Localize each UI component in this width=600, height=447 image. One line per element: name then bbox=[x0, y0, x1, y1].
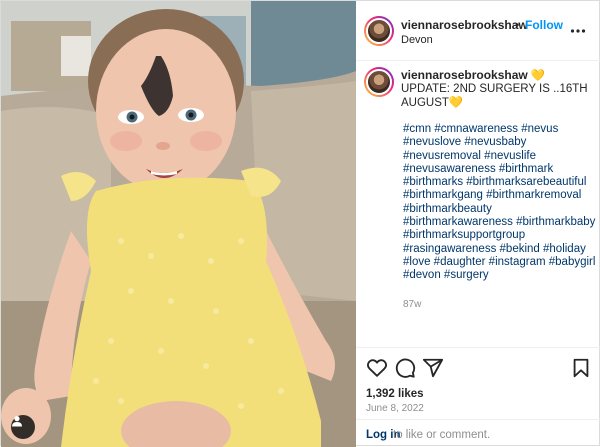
more-options-icon[interactable] bbox=[570, 23, 586, 39]
post-photo[interactable] bbox=[1, 1, 356, 447]
share-icon[interactable] bbox=[422, 357, 444, 379]
instagram-post: viennarosebrookshaw • Follow Devon vienn… bbox=[0, 0, 600, 447]
post-time-ago: 87w bbox=[403, 299, 422, 310]
header-username[interactable]: viennarosebrookshaw bbox=[401, 18, 528, 32]
caption-username[interactable]: viennarosebrookshaw bbox=[401, 68, 528, 82]
avatar[interactable] bbox=[364, 16, 394, 46]
login-bar: Log in to like or comment. bbox=[356, 419, 600, 447]
post-date: June 8, 2022 bbox=[366, 403, 424, 414]
post-header: viennarosebrookshaw • Follow Devon bbox=[356, 1, 600, 61]
likes-count[interactable]: 1,392 likes bbox=[366, 388, 424, 400]
location-link[interactable]: Devon bbox=[401, 34, 433, 46]
post-caption: viennarosebrookshaw 💛UPDATE: 2ND SURGERY… bbox=[401, 68, 591, 110]
yellow-heart-emoji: 💛 bbox=[530, 70, 546, 82]
comment-icon[interactable] bbox=[394, 357, 416, 379]
action-bar bbox=[356, 347, 600, 387]
heart-icon[interactable] bbox=[366, 357, 388, 379]
hashtag-list[interactable]: #cmn #cmnawareness #nevus #nevuslove #ne… bbox=[403, 123, 598, 283]
tag-people-button[interactable] bbox=[11, 415, 35, 439]
caption-text: UPDATE: 2ND SURGERY IS ..16TH AUGUST bbox=[401, 83, 588, 109]
bookmark-icon[interactable] bbox=[570, 357, 592, 379]
caption-avatar[interactable] bbox=[364, 67, 394, 97]
separator-dot: • bbox=[515, 18, 520, 32]
person-tag-icon bbox=[12, 416, 22, 427]
post-side-panel: viennarosebrookshaw • Follow Devon vienn… bbox=[356, 1, 600, 447]
login-prompt-text: to like or comment. bbox=[393, 429, 491, 441]
baby-photo-illustration bbox=[1, 1, 356, 447]
yellow-heart-emoji: 💛 bbox=[448, 96, 464, 109]
follow-button[interactable]: Follow bbox=[525, 18, 563, 32]
